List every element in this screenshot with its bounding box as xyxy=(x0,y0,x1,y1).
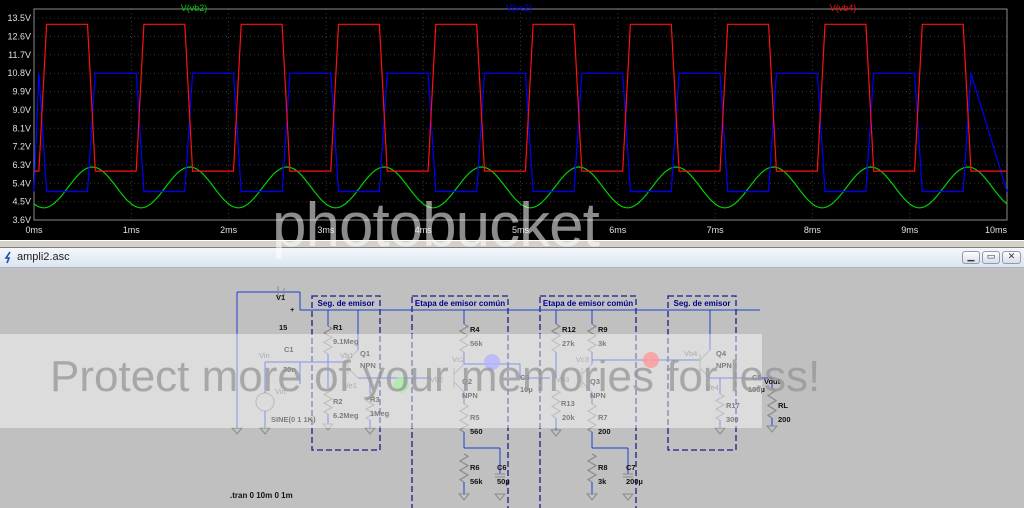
ground-symbol xyxy=(493,493,507,501)
ground-symbol xyxy=(230,427,244,435)
y-tick-label: 12.6V xyxy=(7,32,31,42)
component-label: V1 xyxy=(276,293,285,302)
resistor-symbol xyxy=(586,453,598,483)
block-title: Etapa de emisor común xyxy=(543,299,633,308)
legend-vvb2: V(vb2) xyxy=(181,3,208,13)
component-label: R1 xyxy=(333,323,343,332)
watermark-banner: Protect more of your memories for less! xyxy=(50,352,821,401)
watermark-logo: photobucket xyxy=(272,191,600,260)
component-label: 56k xyxy=(470,477,483,486)
spice-directive: .tran 0 10m 0 1m xyxy=(230,491,293,500)
ground-symbol xyxy=(363,427,377,435)
ground-symbol xyxy=(549,429,563,437)
component-label: C6 xyxy=(497,463,507,472)
restore-icon: ▭ xyxy=(986,252,996,262)
ground-symbol xyxy=(621,493,635,501)
x-tick-label: 1ms xyxy=(123,225,141,235)
plot-frame xyxy=(33,8,1008,221)
x-tick-label: 6ms xyxy=(609,225,627,235)
ground-symbol xyxy=(713,427,727,435)
x-tick-label: 9ms xyxy=(901,225,919,235)
component-label: C7 xyxy=(626,463,636,472)
block-title: Seg. de emisor xyxy=(318,299,375,308)
y-tick-label: 6.3V xyxy=(12,160,31,170)
component-label: RL xyxy=(778,401,788,410)
ground-symbol xyxy=(457,493,471,501)
close-button[interactable]: ✕ xyxy=(1002,251,1021,264)
x-tick-label: 7ms xyxy=(707,225,725,235)
component-label: 15 xyxy=(279,323,287,332)
resistor-symbol xyxy=(458,453,470,483)
close-icon: ✕ xyxy=(1007,252,1016,262)
x-tick-label: 10ms xyxy=(985,225,1008,235)
y-tick-label: 7.2V xyxy=(12,142,31,152)
x-tick-label: 2ms xyxy=(220,225,238,235)
legend-vvb4: V(vb4) xyxy=(830,3,857,13)
component-label: R6 xyxy=(470,463,480,472)
component-label: R8 xyxy=(598,463,608,472)
y-tick-label: 10.8V xyxy=(7,68,31,78)
block-title: Etapa de emisor común xyxy=(415,299,505,308)
maximize-button[interactable]: ▭ xyxy=(982,251,1000,264)
component-label: R9 xyxy=(598,325,608,334)
ground-symbol xyxy=(585,493,599,501)
minimize-icon: ▁ xyxy=(967,252,975,262)
y-tick-label: 4.5V xyxy=(12,197,31,207)
component-label: 200 xyxy=(778,415,791,424)
component-label: R4 xyxy=(470,325,480,334)
legend-vvc2: V(vc2) xyxy=(506,3,532,13)
y-tick-label: 9.9V xyxy=(12,87,31,97)
ground-symbol xyxy=(258,427,272,435)
y-tick-label: 13.5V xyxy=(7,13,31,23)
minimize-button[interactable]: ▁ xyxy=(962,251,980,264)
component-label: R12 xyxy=(562,325,576,334)
y-tick-label: 9.0V xyxy=(12,105,31,115)
component-label: 50µ xyxy=(497,477,510,486)
window-title: ampli2.asc xyxy=(17,251,70,263)
ground-symbol xyxy=(765,425,779,433)
component-label: 560 xyxy=(470,427,483,436)
ltspice-icon xyxy=(4,251,11,264)
y-tick-label: 3.6V xyxy=(12,215,31,225)
x-tick-label: 0ms xyxy=(25,225,43,235)
component-label: + xyxy=(290,305,295,314)
block-title: Seg. de emisor xyxy=(674,299,731,308)
y-tick-label: 8.1V xyxy=(12,123,31,133)
component-label: 200µ xyxy=(626,477,643,486)
x-tick-label: 8ms xyxy=(804,225,822,235)
component-label: 3k xyxy=(598,477,607,486)
y-tick-label: 5.4V xyxy=(12,178,31,188)
y-tick-label: 11.7V xyxy=(8,50,31,60)
component-label: 200 xyxy=(598,427,611,436)
